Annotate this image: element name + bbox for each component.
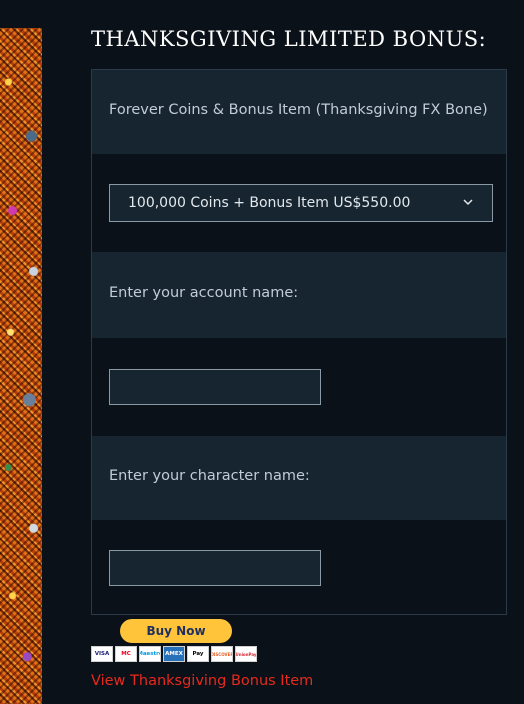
character-input-row	[92, 520, 506, 614]
visa-card-icon: VISA	[91, 646, 113, 662]
character-name-input[interactable]	[109, 550, 321, 586]
discover-card-icon: DISCOVER	[211, 646, 233, 662]
mastercard-icon: MC	[115, 646, 137, 662]
character-label-row: Enter your character name:	[92, 436, 506, 520]
account-name-label: Enter your account name:	[109, 285, 299, 301]
view-bonus-item-link[interactable]: View Thanksgiving Bonus Item	[91, 673, 313, 689]
chevron-down-icon	[463, 199, 473, 206]
decorative-pixel-art	[0, 28, 42, 704]
product-label: Forever Coins & Bonus Item (Thanksgiving…	[109, 102, 488, 118]
maestro-card-icon: Maestro	[139, 646, 161, 662]
order-form: Forever Coins & Bonus Item (Thanksgiving…	[91, 69, 507, 615]
page-title: THANKSGIVING LIMITED BONUS:	[91, 27, 487, 51]
account-name-input[interactable]	[109, 369, 321, 405]
product-select[interactable]: 100,000 Coins + Bonus Item US$550.00	[109, 184, 493, 222]
payment-card-logos: VISA MC Maestro AMEX Pay DISCOVER UnionP…	[91, 646, 257, 662]
product-label-row: Forever Coins & Bonus Item (Thanksgiving…	[92, 70, 506, 154]
apple-pay-icon: Pay	[187, 646, 209, 662]
unionpay-card-icon: UnionPay	[235, 646, 257, 662]
account-label-row: Enter your account name:	[92, 252, 506, 338]
character-name-label: Enter your character name:	[109, 468, 310, 484]
account-input-row	[92, 338, 506, 436]
amex-card-icon: AMEX	[163, 646, 185, 662]
product-select-value: 100,000 Coins + Bonus Item US$550.00	[128, 195, 411, 211]
product-select-row: 100,000 Coins + Bonus Item US$550.00	[92, 154, 506, 252]
paypal-buy-now-button[interactable]: Buy Now	[120, 619, 232, 643]
